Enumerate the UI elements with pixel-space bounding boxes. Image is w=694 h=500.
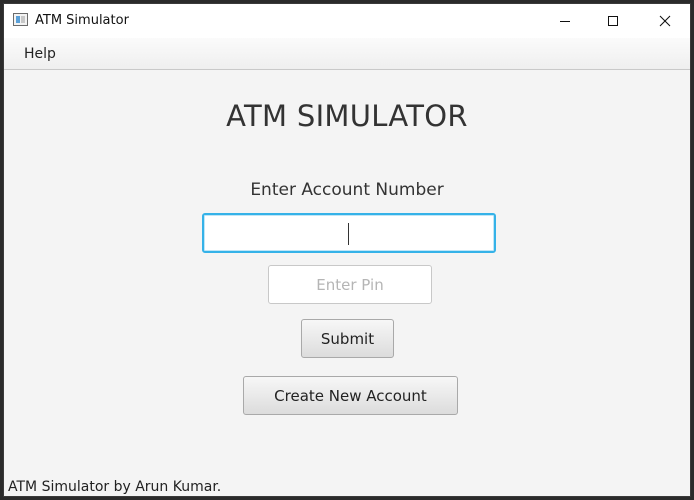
app-window: ATM Simulator Help ATM SIMULATOR Enter A… bbox=[3, 3, 691, 497]
close-button[interactable] bbox=[641, 4, 689, 38]
menu-item-help[interactable]: Help bbox=[16, 45, 64, 63]
title-bar[interactable]: ATM Simulator bbox=[4, 4, 690, 38]
minimize-button[interactable] bbox=[541, 4, 589, 38]
window-app-icon bbox=[13, 13, 28, 26]
window-title: ATM Simulator bbox=[35, 13, 129, 28]
text-caret bbox=[348, 223, 349, 245]
maximize-icon bbox=[608, 16, 618, 26]
footer-credit: ATM Simulator by Arun Kumar. bbox=[8, 479, 222, 495]
account-number-input[interactable] bbox=[202, 213, 496, 253]
submit-button[interactable]: Submit bbox=[301, 319, 394, 358]
pin-input[interactable] bbox=[268, 265, 432, 304]
page-title: ATM SIMULATOR bbox=[226, 99, 468, 133]
menu-bar: Help bbox=[4, 38, 690, 70]
minimize-icon bbox=[560, 21, 570, 22]
maximize-button[interactable] bbox=[589, 4, 637, 38]
close-icon bbox=[659, 15, 671, 27]
create-new-account-button[interactable]: Create New Account bbox=[243, 376, 458, 415]
account-number-label: Enter Account Number bbox=[250, 180, 444, 200]
